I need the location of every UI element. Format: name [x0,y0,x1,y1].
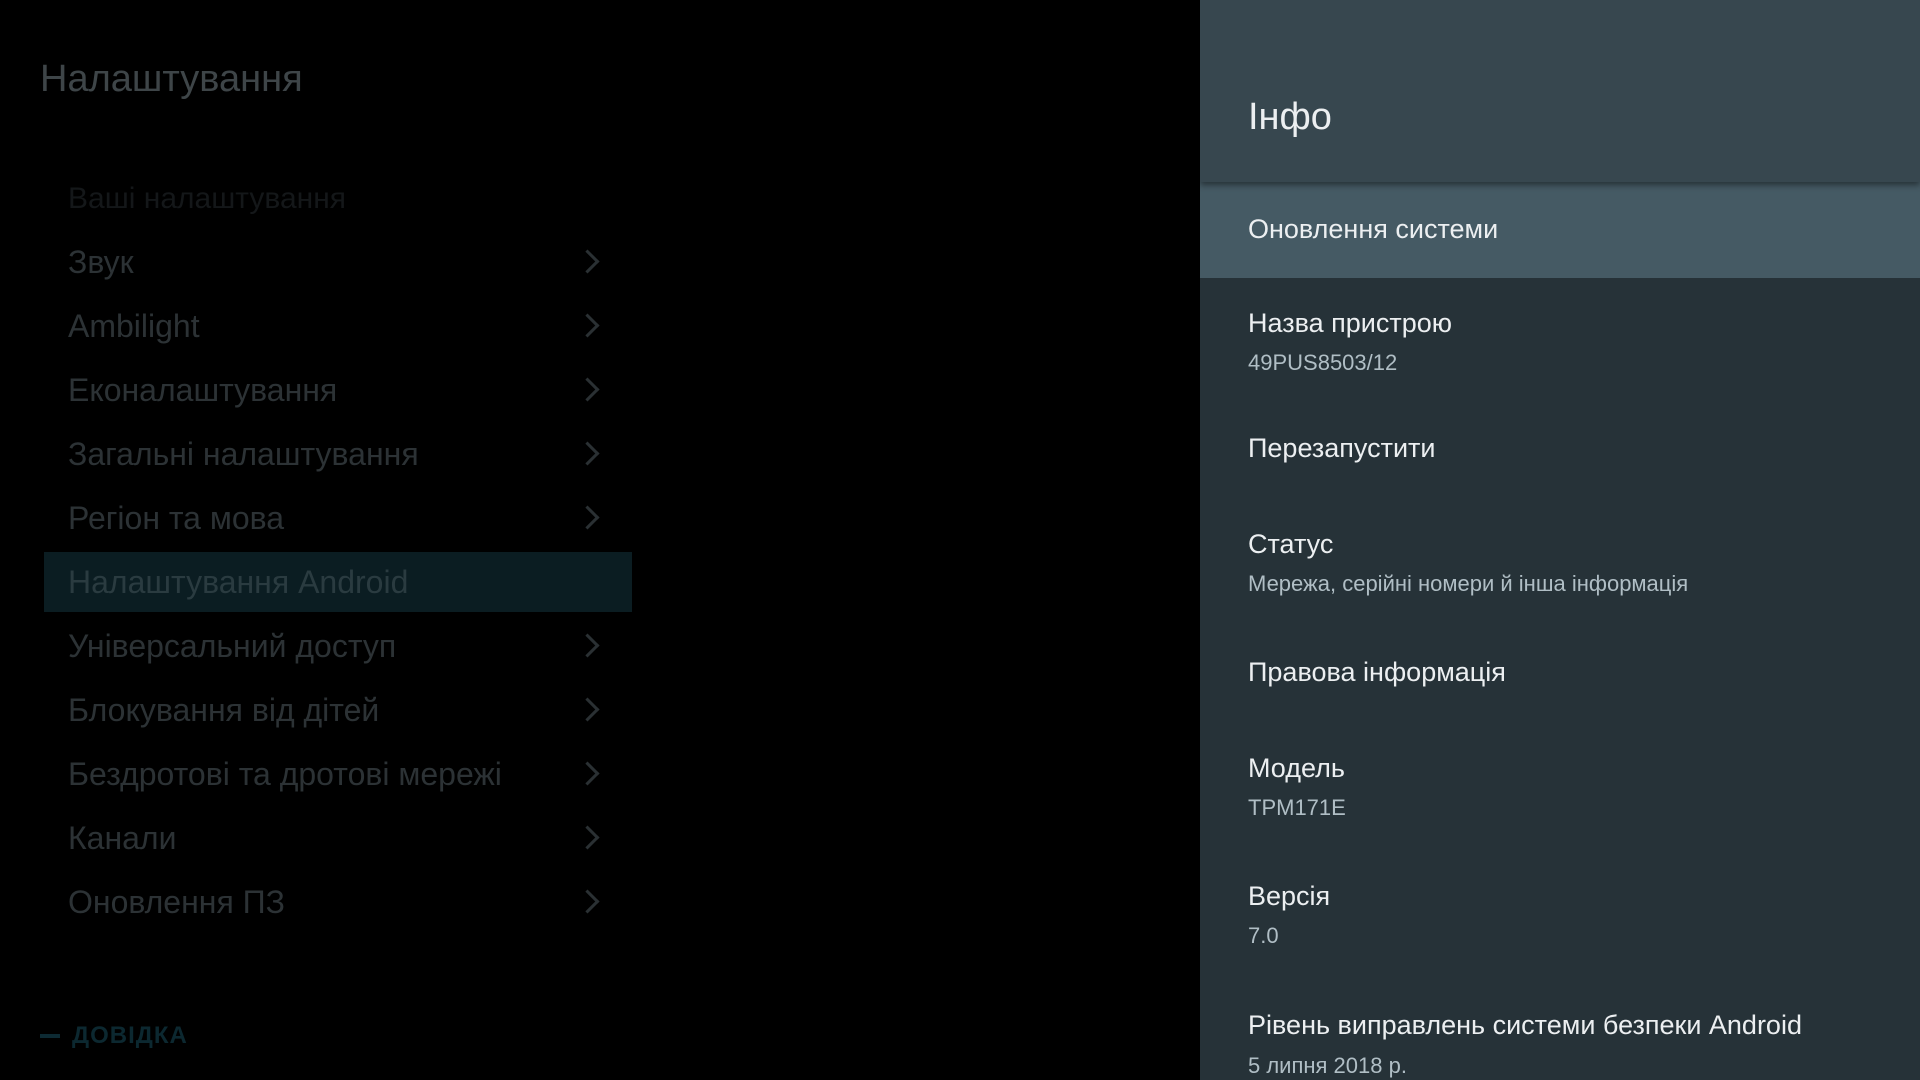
menu-item-label: Канали [68,819,177,856]
settings-menu-pane: Налаштування Ваші налаштування Звук Ambi… [0,0,1200,1080]
info-item-title: Оновлення системи [1248,214,1499,244]
chevron-right-icon [575,697,600,722]
info-item-title: Статус [1248,529,1334,559]
info-item-subtitle: 5 липня 2018 р. [1248,1053,1407,1078]
menu-item-label: Звук [68,243,134,280]
chevron-right-icon [575,313,600,338]
info-item-status[interactable]: Статус Мережа, серійні номери й інша інф… [1200,502,1920,630]
menu-item-ambilight[interactable]: Ambilight [44,296,632,356]
menu-item-accessibility[interactable]: Універсальний доступ [44,616,632,676]
chevron-right-icon [575,377,600,402]
settings-menu-list: Звук Ambilight Еконалаштування Загальні … [44,232,632,936]
info-item-title: Назва пристрою [1248,308,1453,338]
chevron-right-icon [575,505,600,530]
chevron-right-icon [575,249,600,274]
chevron-right-icon [575,825,600,850]
info-item-subtitle: Мережа, серійні номери й інша інформація [1248,571,1689,596]
menu-item-software-update[interactable]: Оновлення ПЗ [44,872,632,932]
info-item-title: Версія [1248,881,1331,911]
info-item-subtitle: 49PUS8503/12 [1248,350,1398,375]
info-panel: Інфо Оновлення системи Назва пристрою 49… [1200,0,1920,1080]
menu-item-label: Ambilight [68,307,200,344]
info-item-model[interactable]: Модель TPM171E [1200,726,1920,854]
tv-settings-screen: Налаштування Ваші налаштування Звук Ambi… [0,0,1920,1080]
chevron-right-icon [575,761,600,786]
info-item-version[interactable]: Версія 7.0 [1200,854,1920,983]
menu-item-label: Еконалаштування [68,371,338,408]
menu-item-label: Налаштування Android [68,563,409,600]
info-item-restart[interactable]: Перезапустити [1200,406,1920,502]
menu-item-label: Блокування від дітей [68,691,380,728]
menu-item-eco-settings[interactable]: Еконалаштування [44,360,632,420]
chevron-right-icon [575,441,600,466]
settings-title: Налаштування [40,58,303,100]
info-list: Оновлення системи Назва пристрою 49PUS85… [1200,182,1920,1080]
menu-item-general-settings[interactable]: Загальні налаштування [44,424,632,484]
info-item-system-update[interactable]: Оновлення системи [1200,182,1920,278]
settings-section-label: Ваші налаштування [68,182,347,215]
help-label: ДОВІДКА [72,1022,188,1049]
info-panel-title: Інфо [1248,96,1332,138]
menu-item-label: Універсальний доступ [68,627,397,664]
menu-item-sound[interactable]: Звук [44,232,632,292]
menu-item-label: Бездротові та дротові мережі [68,755,502,792]
menu-item-networks[interactable]: Бездротові та дротові мережі [44,744,632,804]
info-item-subtitle: 7.0 [1248,923,1279,948]
menu-item-child-lock[interactable]: Блокування від дітей [44,680,632,740]
chevron-right-icon [575,889,600,914]
info-item-title: Рівень виправлень системи безпеки Androi… [1248,1010,1802,1040]
menu-item-label: Загальні налаштування [68,435,419,472]
info-item-device-name[interactable]: Назва пристрою 49PUS8503/12 [1200,278,1920,406]
info-item-title: Перезапустити [1248,433,1436,463]
menu-item-region-language[interactable]: Регіон та мова [44,488,632,548]
chevron-right-icon [575,633,600,658]
info-panel-header: Інфо [1200,0,1920,182]
info-item-subtitle: TPM171E [1248,795,1346,820]
help-button[interactable]: ДОВІДКА [40,1022,188,1050]
menu-item-label: Оновлення ПЗ [68,883,285,920]
info-item-security-patch[interactable]: Рівень виправлень системи безпеки Androi… [1200,983,1920,1080]
menu-item-channels[interactable]: Канали [44,808,632,868]
info-item-title: Модель [1248,753,1345,783]
info-item-legal-info[interactable]: Правова інформація [1200,630,1920,726]
menu-item-android-settings[interactable]: Налаштування Android [44,552,632,612]
menu-item-label: Регіон та мова [68,499,285,536]
help-color-key-icon [40,1034,60,1038]
info-item-title: Правова інформація [1248,657,1506,687]
